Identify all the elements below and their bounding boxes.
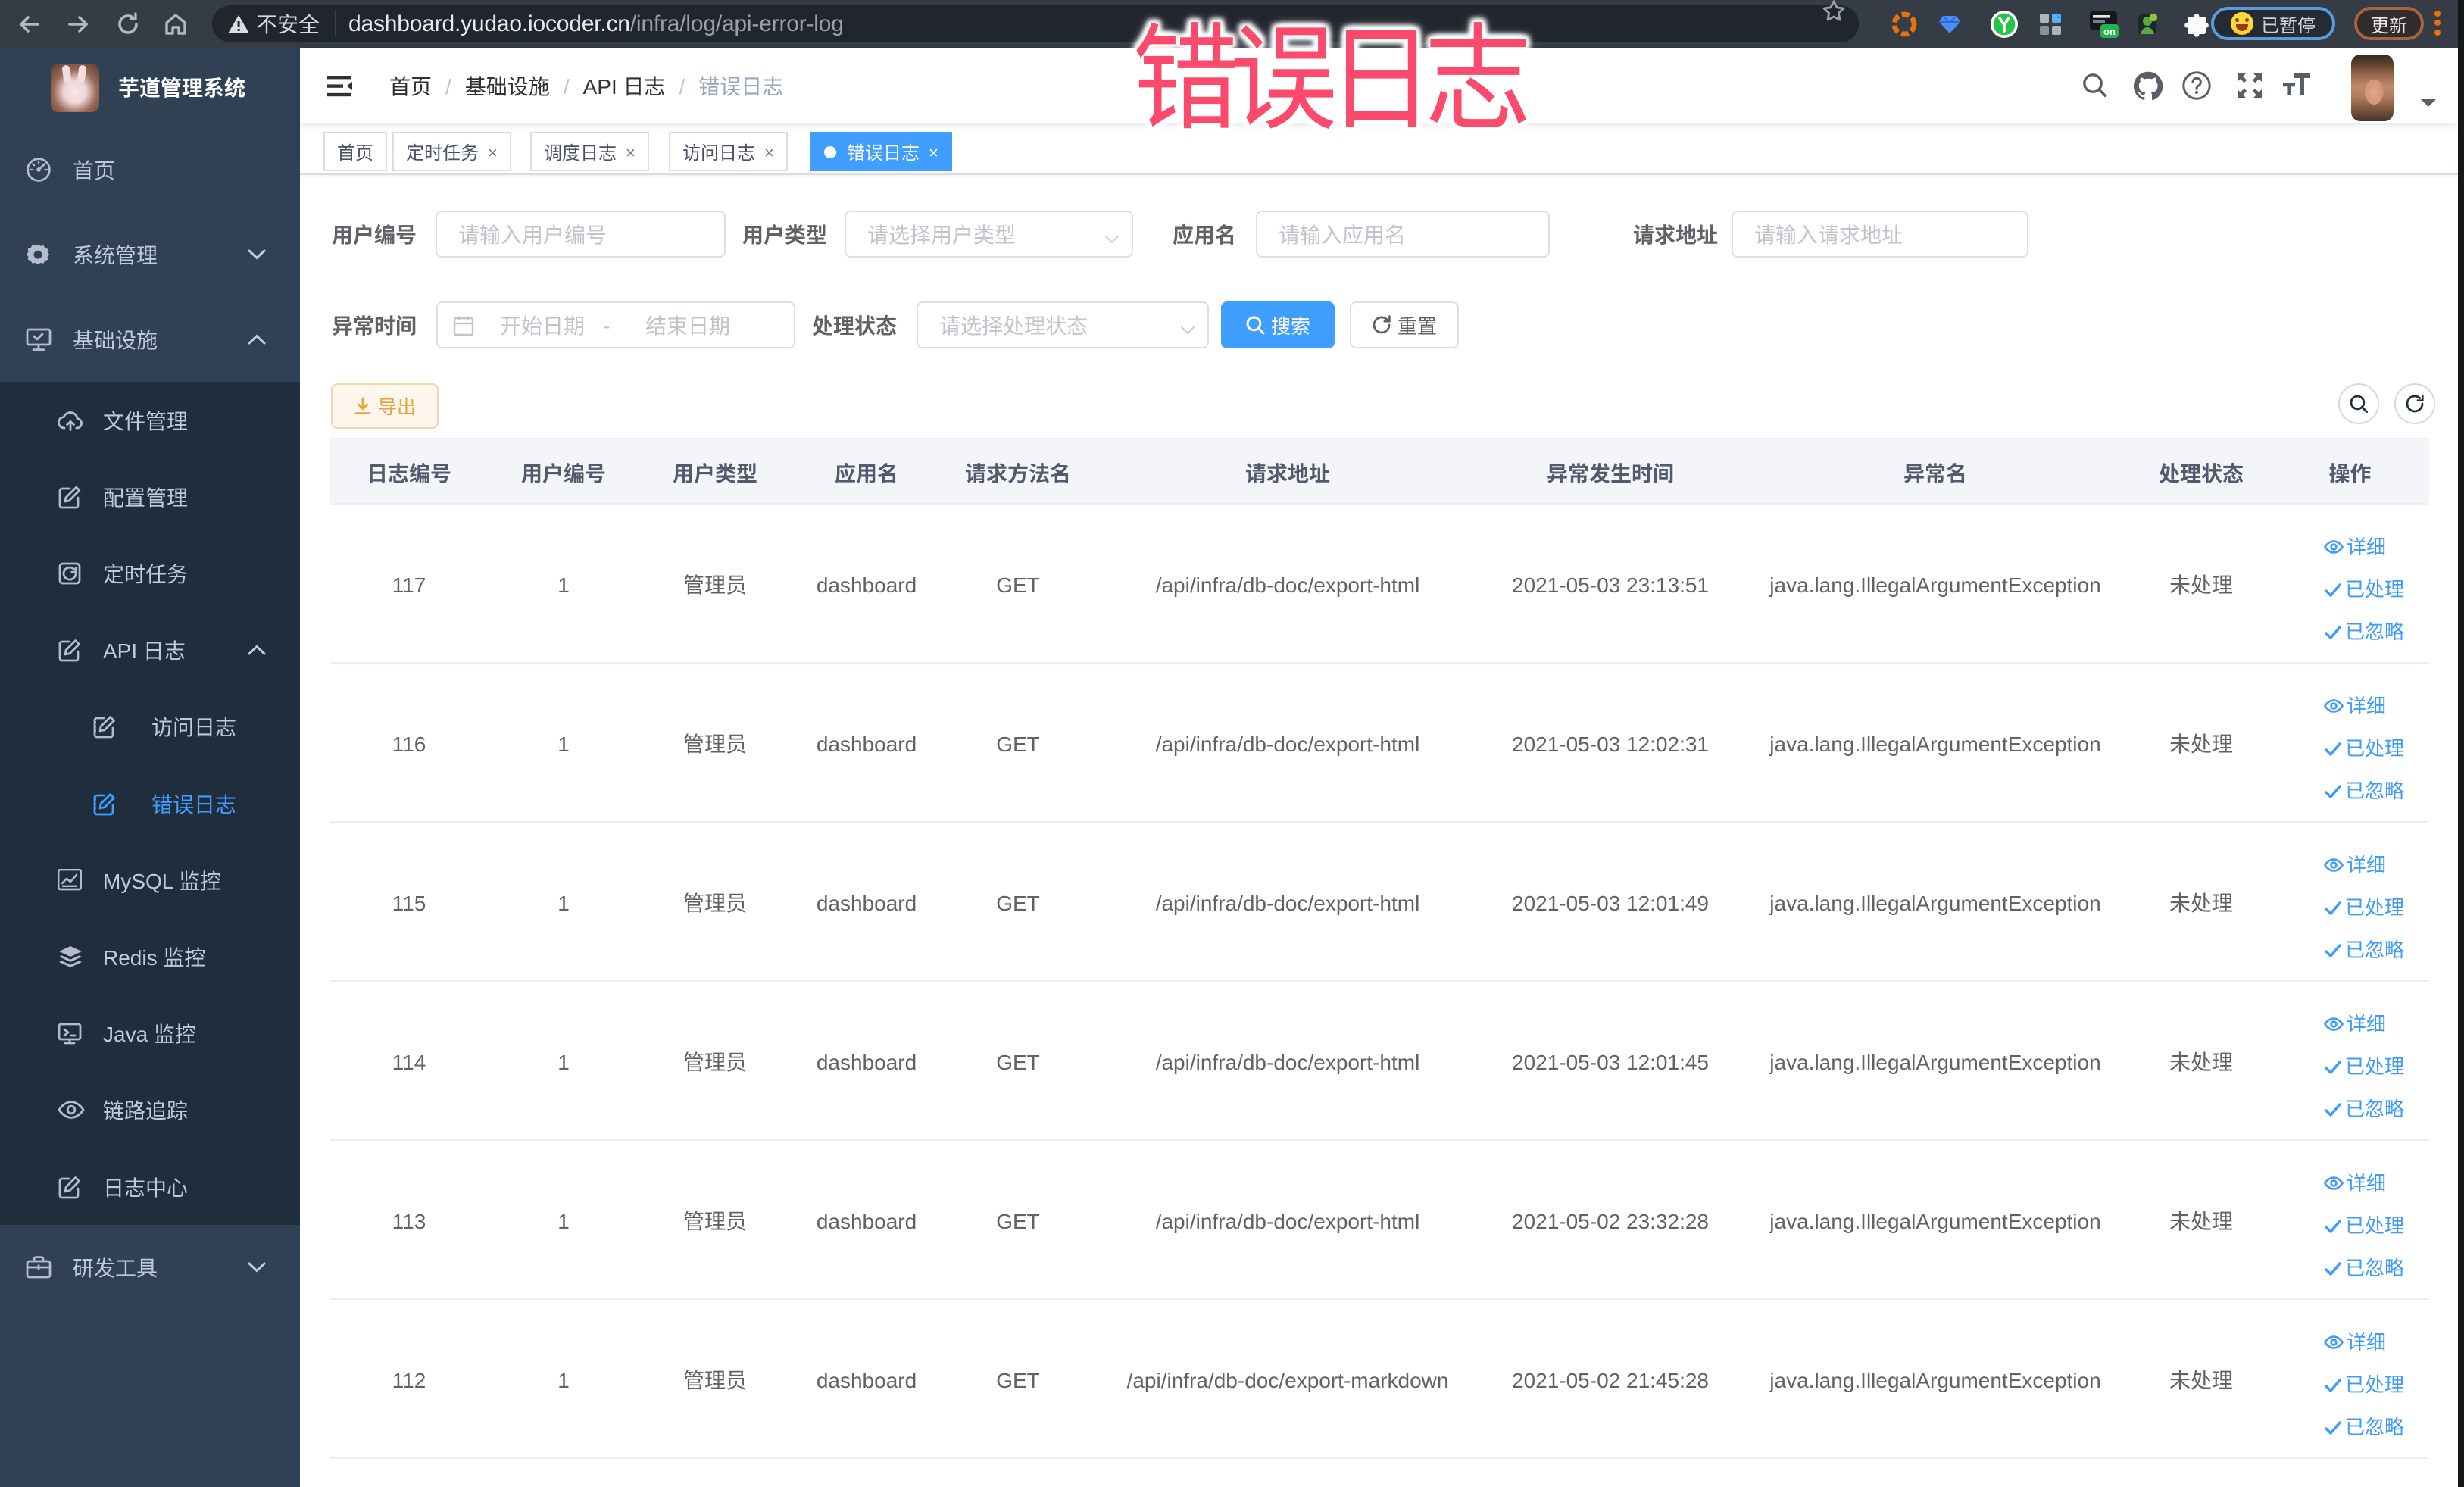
svg-text:on: on	[2103, 26, 2116, 37]
